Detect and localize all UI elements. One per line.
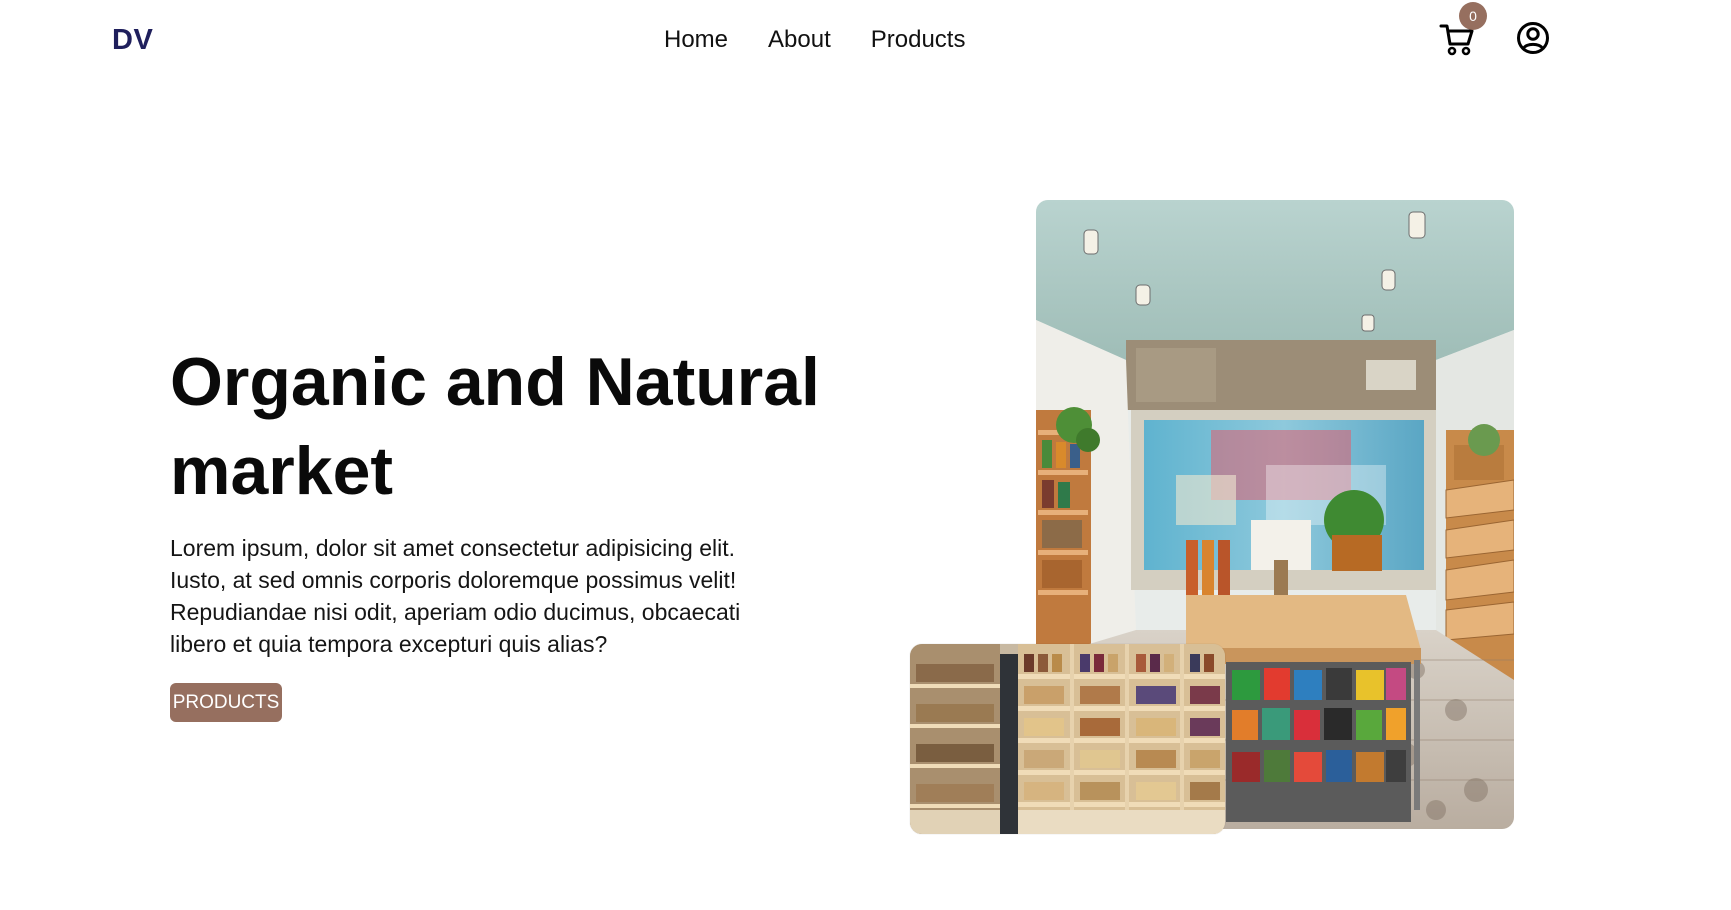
nav-products-link[interactable]: Products: [871, 26, 966, 54]
main-nav: Home About Products: [664, 26, 965, 54]
nav-about-link[interactable]: About: [768, 26, 831, 54]
user-account-button[interactable]: [1516, 21, 1550, 55]
cart-count-badge: 0: [1459, 2, 1487, 30]
store-shelves-image: [910, 644, 1225, 834]
hero-description: Lorem ipsum, dolor sit amet consectetur …: [170, 535, 741, 657]
user-circle-icon: [1517, 22, 1549, 54]
hero-title: Organic and Natural market: [170, 344, 820, 509]
site-header: DV Home About Products 0: [0, 0, 1731, 86]
cart-button[interactable]: 0: [1439, 2, 1487, 60]
logo[interactable]: DV: [112, 24, 153, 57]
nav-home-link[interactable]: Home: [664, 26, 728, 54]
products-button[interactable]: PRODUCTS: [170, 683, 282, 722]
